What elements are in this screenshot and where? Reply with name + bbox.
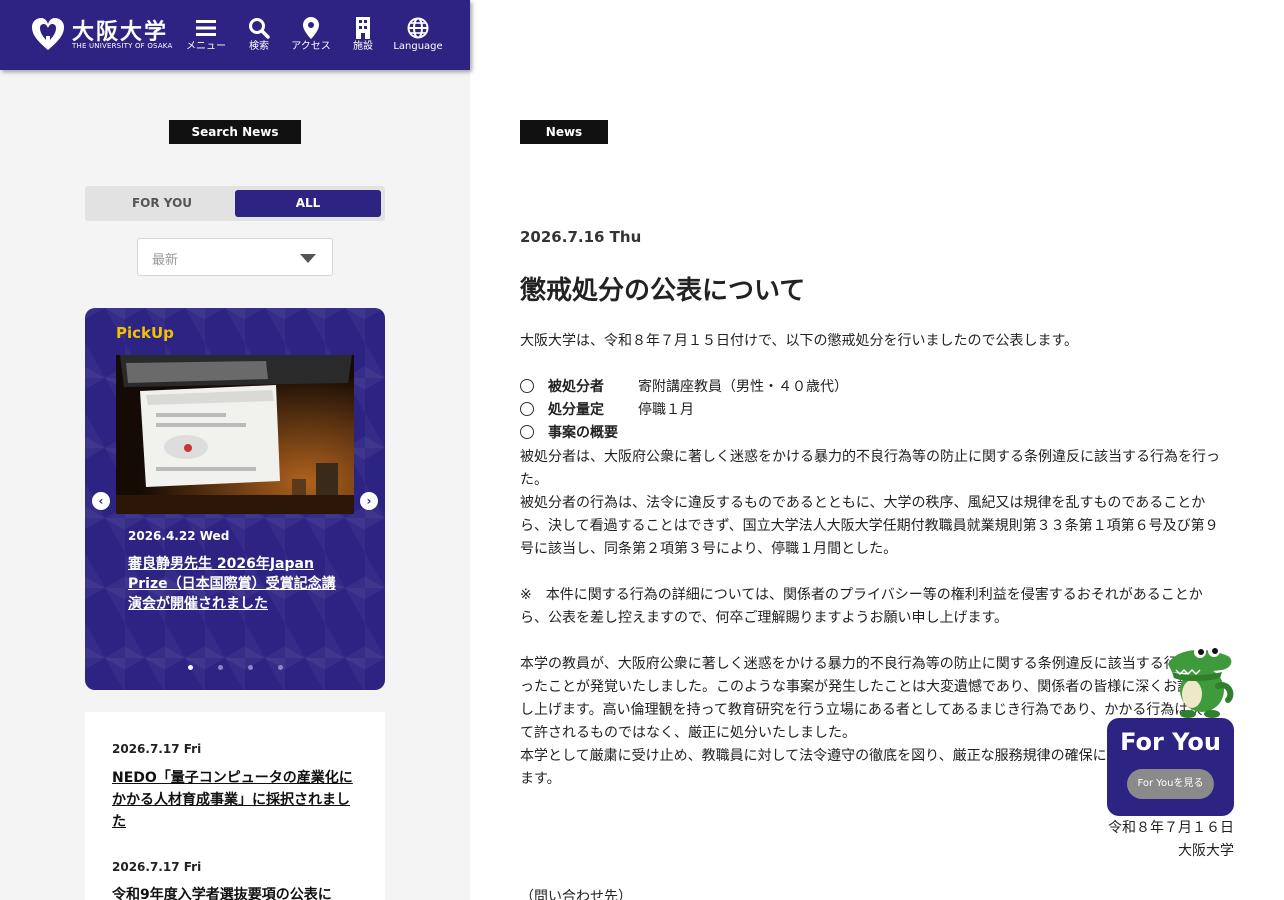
article-item-value: 停職１月 [638, 402, 694, 418]
feed-toggle: FOR YOU ALL [85, 186, 385, 221]
toggle-all[interactable]: ALL [235, 190, 381, 217]
globe-icon [392, 14, 444, 40]
carousel-next-button[interactable]: › [360, 492, 378, 510]
nav-search-label: 検索 [249, 41, 269, 52]
news-item-date: 2026.7.17 Fri [112, 860, 202, 874]
carousel-prev-button[interactable]: ‹ [92, 492, 110, 510]
lecture-photo-image [116, 355, 354, 514]
article-summary: 被処分者の行為は、法令に違反するものであるとともに、大学の秩序、風紀又は規律を乱… [520, 495, 1219, 557]
circle-bullet-icon [520, 379, 534, 393]
carousel-dot[interactable] [188, 665, 193, 670]
search-news-heading: Search News [169, 120, 301, 144]
menu-icon [184, 14, 228, 40]
carousel-dot[interactable] [278, 665, 283, 670]
sort-select[interactable]: 最新 [137, 238, 333, 276]
nav-language-label: Language [393, 41, 443, 52]
carousel-dot[interactable] [248, 665, 253, 670]
news-item-title-link[interactable]: NEDO「量子コンピュータの産業化にかかる人材育成事業」に採択されました [112, 767, 362, 833]
article-sign-date: 令和８年７月１６日 [1108, 820, 1234, 836]
pickup-headline-link[interactable]: 審良静男先生 2026年Japan Prize（日本国際賞）受賞記念講演会が開催… [128, 554, 348, 614]
nav-language[interactable]: Language [392, 14, 444, 60]
article-date: 2026.7.16 Thu [520, 228, 642, 246]
news-list: 2026.7.17 Fri NEDO「量子コンピュータの産業化にかかる人材育成事… [85, 712, 385, 900]
circle-bullet-icon [520, 402, 534, 416]
search-icon [242, 14, 276, 40]
logo-text-en: THE UNIVERSITY OF OSAKA [72, 42, 173, 50]
pickup-carousel: PickUp ‹ › 2026.4.22 Wed 審良静男先生 2026年Jap… [85, 308, 385, 690]
sort-select-value: 最新 [152, 253, 179, 268]
news-item-title-link[interactable]: 令和9年度入学者選抜要項の公表に [112, 884, 362, 900]
toggle-for-you[interactable]: FOR YOU [89, 190, 235, 217]
for-you-title: For You [1120, 728, 1221, 756]
building-icon [348, 14, 378, 40]
pickup-photo[interactable] [116, 355, 354, 514]
news-heading: News [520, 120, 608, 144]
nav-facilities-label: 施設 [353, 41, 373, 52]
site-header: 大阪大学 THE UNIVERSITY OF OSAKA メニュー 検索 アクセ… [0, 0, 470, 70]
map-pin-icon [288, 14, 334, 40]
for-you-button[interactable]: For Youを見る [1127, 769, 1214, 799]
nav-search[interactable]: 検索 [242, 14, 276, 60]
article-item-key: 処分量定 [548, 402, 604, 418]
article-item-key: 被処分者 [548, 379, 604, 395]
article-sign-org: 大阪大学 [1178, 843, 1234, 859]
article-item-value: 寄附講座教員（男性・４０歳代） [638, 379, 848, 395]
nav-facilities[interactable]: 施設 [348, 14, 378, 60]
university-logo[interactable]: 大阪大学 THE UNIVERSITY OF OSAKA [30, 14, 173, 56]
news-item-date: 2026.7.17 Fri [112, 742, 202, 756]
article-item-key: 事案の概要 [548, 425, 618, 441]
article-note: ※ 本件に関する行為の詳細については、関係者のプライバシー等の権利利益を侵害する… [520, 587, 1203, 626]
for-you-widget: For You For Youを見る [1107, 718, 1234, 816]
pickup-title: PickUp [116, 324, 174, 342]
carousel-dot[interactable] [218, 665, 223, 670]
article-intro: 大阪大学は、令和８年７月１５日付けで、以下の懲戒処分を行いましたので公表します。 [520, 333, 1079, 349]
article-item: 処分量定 停職１月 [520, 399, 694, 422]
logo-mark-icon [32, 18, 64, 50]
nav-access-label: アクセス [291, 41, 331, 52]
circle-bullet-icon [520, 425, 534, 439]
nav-menu-label: メニュー [186, 41, 226, 52]
nav-menu[interactable]: メニュー [184, 14, 228, 60]
pickup-date: 2026.4.22 Wed [128, 529, 230, 543]
nav-access[interactable]: アクセス [288, 14, 334, 60]
article-item: 事案の概要 [520, 422, 638, 445]
article-title: 懲戒処分の公表について [520, 276, 806, 306]
alligator-mascot-icon [1168, 645, 1234, 718]
article-contact-label: （問い合わせ先） [520, 889, 632, 900]
chevron-down-icon [300, 254, 316, 263]
article-item: 被処分者 寄附講座教員（男性・４０歳代） [520, 376, 848, 399]
article-summary: 被処分者は、大阪府公衆に著しく迷惑をかける暴力的不良行為等の防止に関する条例違反… [520, 449, 1220, 488]
